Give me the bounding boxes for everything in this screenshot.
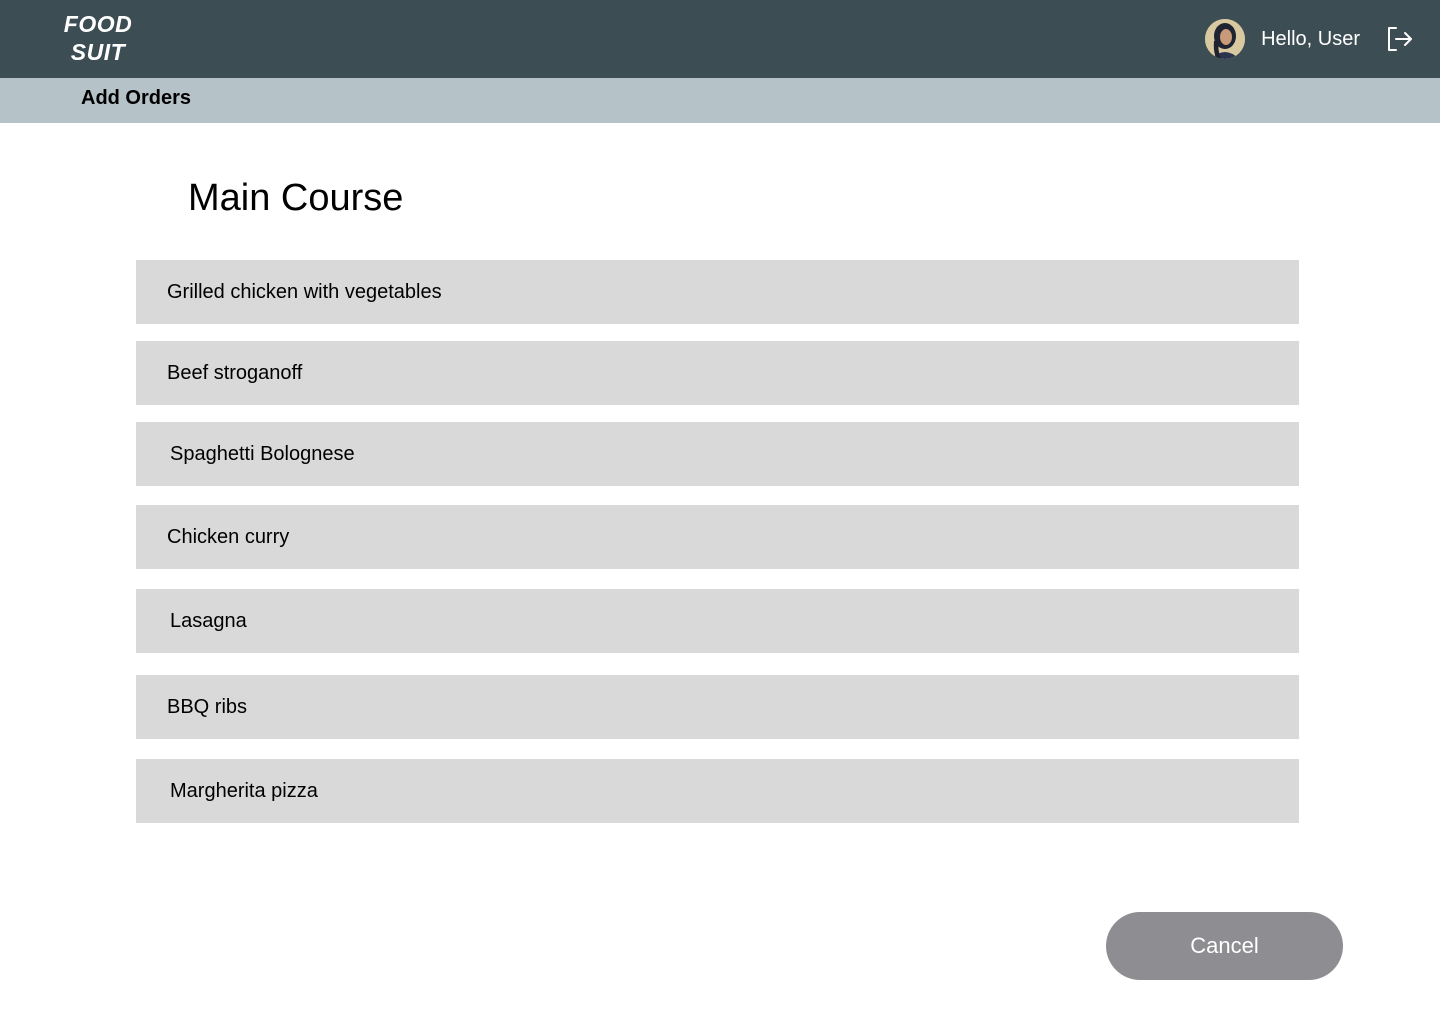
user-greeting: Hello, User bbox=[1261, 27, 1360, 50]
app-logo[interactable]: FOOD SUIT bbox=[60, 10, 136, 66]
sub-header-bar: Add Orders bbox=[0, 78, 1440, 123]
cancel-button[interactable]: Cancel bbox=[1106, 912, 1343, 980]
menu-item-beef-stroganoff[interactable]: Beef stroganoff bbox=[136, 341, 1299, 405]
menu-item-chicken-curry[interactable]: Chicken curry bbox=[136, 505, 1299, 569]
menu-item-label: Lasagna bbox=[170, 609, 247, 632]
menu-item-margherita-pizza[interactable]: Margherita pizza bbox=[136, 759, 1299, 823]
user-avatar[interactable] bbox=[1205, 19, 1246, 59]
menu-item-spaghetti-bolognese[interactable]: Spaghetti Bolognese bbox=[136, 422, 1299, 486]
menu-item-label: BBQ ribs bbox=[167, 695, 248, 718]
top-navbar: FOOD SUIT Hello, User bbox=[0, 0, 1440, 78]
section-title: Add Orders bbox=[81, 87, 192, 109]
menu-item-label: Margherita pizza bbox=[170, 779, 318, 802]
menu-item-label: Beef stroganoff bbox=[167, 361, 303, 384]
menu-item-label: Grilled chicken with vegetables bbox=[167, 280, 442, 303]
logout-button[interactable] bbox=[1384, 24, 1414, 54]
page-title: Main Course bbox=[188, 177, 404, 219]
menu-item-label: Chicken curry bbox=[167, 525, 290, 548]
avatar-icon bbox=[1205, 19, 1246, 59]
menu-item-label: Spaghetti Bolognese bbox=[170, 442, 355, 465]
menu-item-bbq-ribs[interactable]: BBQ ribs bbox=[136, 675, 1299, 739]
logout-icon bbox=[1388, 27, 1412, 51]
menu-item-grilled-chicken[interactable]: Grilled chicken with vegetables bbox=[136, 260, 1299, 324]
user-area: Hello, User bbox=[1205, 0, 1440, 78]
menu-item-lasagna[interactable]: Lasagna bbox=[136, 589, 1299, 653]
logo-line-1: FOOD bbox=[63, 11, 133, 37]
logo-line-2: SUIT bbox=[70, 39, 126, 65]
